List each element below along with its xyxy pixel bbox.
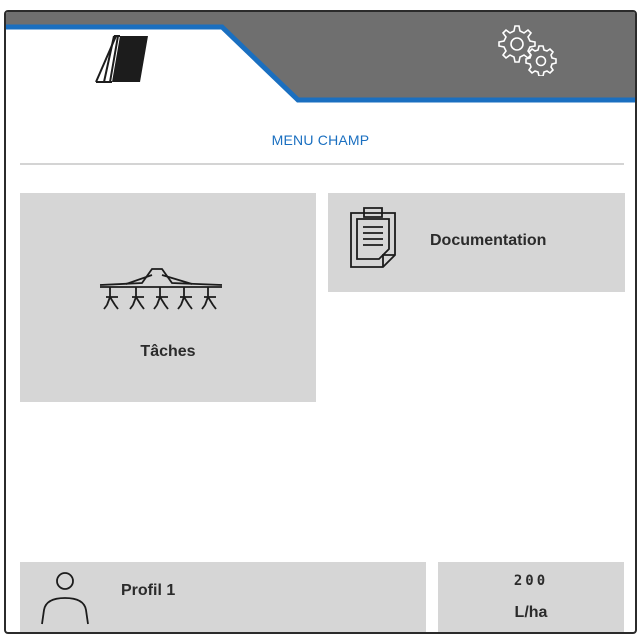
device-screen: MENU CHAMP Tâches Documentation Profil 1… — [4, 10, 637, 634]
rate-unit: L/ha — [514, 604, 548, 621]
field-icon — [95, 35, 148, 83]
taches-button[interactable]: Tâches — [20, 193, 316, 402]
tab-bar — [6, 12, 635, 107]
documentation-label: Documentation — [430, 232, 547, 249]
tab-settings[interactable] — [426, 18, 626, 88]
clipboard-icon — [350, 207, 396, 268]
gears-icon — [498, 25, 557, 76]
rate-value: 200 — [513, 573, 549, 589]
title-divider — [20, 163, 624, 165]
application-rate-display[interactable]: 200 L/ha — [438, 562, 624, 632]
taches-label: Tâches — [140, 343, 196, 360]
profile-button[interactable]: Profil 1 — [20, 562, 426, 632]
profile-label: Profil 1 — [121, 582, 176, 599]
documentation-button[interactable]: Documentation — [328, 193, 625, 292]
page-title: MENU CHAMP — [271, 132, 370, 148]
user-icon — [41, 572, 89, 625]
sprayer-boom-icon — [99, 268, 223, 310]
tab-field[interactable] — [12, 26, 272, 108]
